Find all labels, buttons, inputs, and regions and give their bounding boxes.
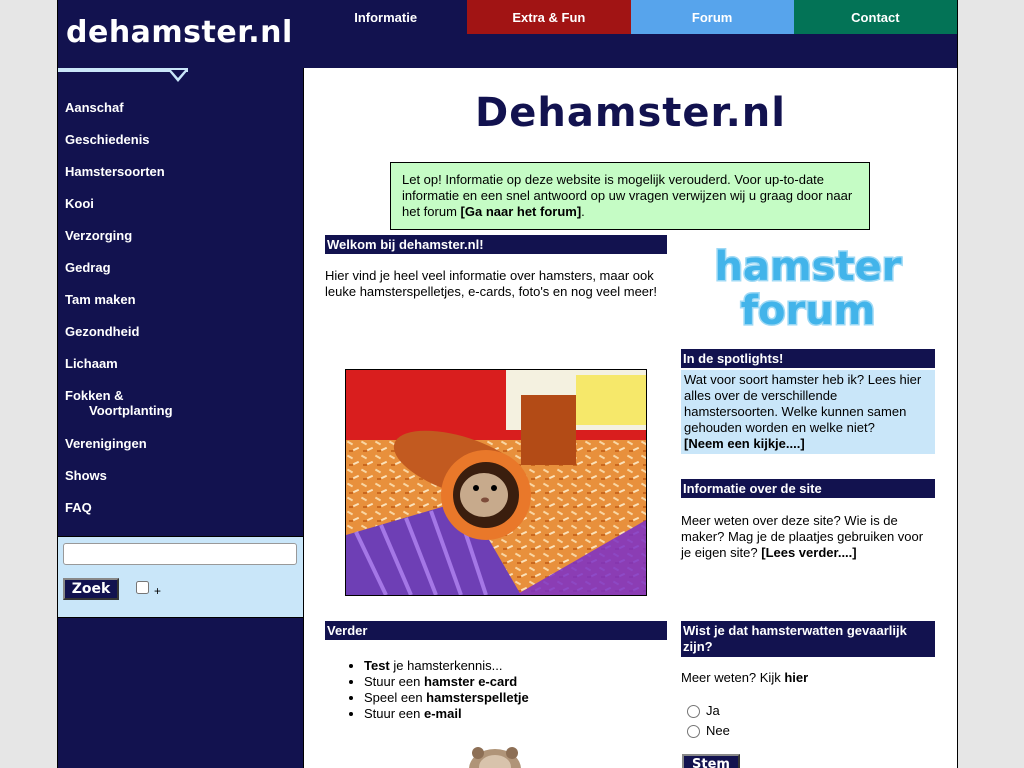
sidebar-menu: Aanschaf Geschiedenis Hamstersoorten Koo… (65, 100, 173, 532)
sidebar-item-aanschaf[interactable]: Aanschaf (65, 100, 173, 132)
poll-link[interactable]: hier (784, 670, 808, 685)
sidebar-item-gezondheid[interactable]: Gezondheid (65, 324, 173, 356)
list-item-prefix: Stuur een (364, 706, 424, 721)
sidebar-item-label: Fokken & (65, 388, 124, 403)
sidebar-item-label: Gedrag (65, 260, 111, 275)
sidebar-item-hamstersoorten[interactable]: Hamstersoorten (65, 164, 173, 196)
spotlight-box: Wat voor soort hamster heb ik? Lees hier… (681, 370, 935, 454)
list-item[interactable]: Speel een hamsterspelletje (364, 690, 529, 706)
logo-arrow-inner (171, 70, 185, 78)
notice-box: Let op! Informatie op deze website is mo… (390, 162, 870, 230)
sidebar-item-label: Geschiedenis (65, 132, 150, 147)
hamster-photo-image (346, 370, 646, 595)
site-logo[interactable]: dehamster.nl (66, 15, 293, 50)
list-item-rest: je hamsterkennis... (389, 658, 503, 673)
sidebar-item-label: Verenigingen (65, 436, 147, 451)
sidebar-item-label: Tam maken (65, 292, 136, 307)
list-item-prefix: Speel een (364, 690, 427, 705)
welcome-heading: Welkom bij dehamster.nl! (325, 235, 667, 254)
ecard-link[interactable]: hamster e-card (424, 674, 517, 689)
sidebar-item-label: Gezondheid (65, 324, 140, 339)
poll-option-nee[interactable]: Nee (687, 723, 730, 739)
page: dehamster.nl Informatie Extra & Fun Foru… (57, 0, 958, 768)
search-button[interactable]: Zoek (63, 578, 119, 600)
sidebar-item-fokken[interactable]: Fokken & Voortplanting (65, 388, 173, 436)
sidebar: Aanschaf Geschiedenis Hamstersoorten Koo… (58, 68, 304, 768)
site-info-box: Meer weten over deze site? Wie is de mak… (681, 513, 933, 561)
verder-heading: Verder (325, 621, 667, 640)
spotlight-heading: In de spotlights! (681, 349, 935, 368)
sidebar-item-label: Lichaam (65, 356, 118, 371)
poll-option-ja[interactable]: Ja (687, 703, 720, 719)
nav-extra-fun[interactable]: Extra & Fun (467, 0, 631, 34)
sidebar-item-label: Verzorging (65, 228, 133, 243)
top-navigation: Informatie Extra & Fun Forum Contact (304, 0, 957, 34)
poll-radio-ja[interactable] (687, 705, 700, 719)
welcome-text: Hier vind je heel veel informatie over h… (325, 268, 657, 299)
forum-link[interactable]: [Ga naar het forum] (461, 204, 582, 219)
poll-option-label: Ja (706, 703, 720, 718)
sidebar-item-geschiedenis[interactable]: Geschiedenis (65, 132, 173, 164)
game-link[interactable]: hamsterspelletje (426, 690, 529, 705)
sidebar-item-verenigingen[interactable]: Verenigingen (65, 436, 173, 468)
poll-text: Meer weten? Kijk (681, 670, 785, 685)
search-input[interactable] (63, 543, 297, 565)
sidebar-item-label: Shows (65, 468, 107, 483)
spotlight-text: Wat voor soort hamster heb ik? Lees hier… (684, 372, 922, 435)
poll-radio-nee[interactable] (687, 725, 700, 739)
nav-contact[interactable]: Contact (793, 0, 957, 34)
main-content: Dehamster.nl Let op! Informatie op deze … (304, 68, 957, 768)
sidebar-item-shows[interactable]: Shows (65, 468, 173, 500)
hamster-photo (345, 369, 647, 596)
notice-end: . (581, 204, 585, 219)
hamster-forum-logo[interactable]: hamster forum (689, 240, 927, 333)
spotlight-link[interactable]: [Neem een kijkje....] (684, 436, 805, 451)
list-item[interactable]: Stuur een hamster e-card (364, 674, 529, 690)
nav-informatie[interactable]: Informatie (304, 0, 468, 34)
search-plus-label: + (154, 584, 162, 598)
site-info-link[interactable]: [Lees verder....] (761, 545, 856, 560)
sidebar-item-faq[interactable]: FAQ (65, 500, 173, 532)
sidebar-item-verzorging[interactable]: Verzorging (65, 228, 173, 260)
list-item[interactable]: Test je hamsterkennis... (364, 658, 529, 674)
nav-forum[interactable]: Forum (630, 0, 794, 34)
test-link[interactable]: Test (364, 658, 390, 673)
poll-heading: Wist je dat hamsterwatten gevaarlijk zij… (681, 621, 935, 657)
sidebar-item-label: FAQ (65, 500, 92, 515)
poll-text-box: Meer weten? Kijk hier (681, 670, 808, 686)
poll-option-label: Nee (706, 723, 730, 738)
list-item[interactable]: Stuur een e-mail (364, 706, 529, 722)
forum-logo-line1: hamster (715, 244, 902, 290)
page-title: Dehamster.nl (475, 90, 786, 136)
forum-logo-line2: forum (741, 288, 876, 332)
search-panel: Zoek + (58, 536, 303, 618)
header: dehamster.nl Informatie Extra & Fun Foru… (58, 0, 957, 68)
sidebar-item-gedrag[interactable]: Gedrag (65, 260, 173, 292)
small-hamster-image (469, 747, 521, 768)
sidebar-item-label: Kooi (65, 196, 94, 211)
sidebar-item-sublabel: Voortplanting (89, 403, 173, 418)
sidebar-item-tam-maken[interactable]: Tam maken (65, 292, 173, 324)
sidebar-item-lichaam[interactable]: Lichaam (65, 356, 173, 388)
search-extended-checkbox[interactable] (136, 581, 149, 594)
sidebar-item-kooi[interactable]: Kooi (65, 196, 173, 228)
sidebar-item-label: Hamstersoorten (65, 164, 165, 179)
list-item-prefix: Stuur een (364, 674, 424, 689)
sidebar-item-label: Aanschaf (65, 100, 124, 115)
site-info-heading: Informatie over de site (681, 479, 935, 498)
verder-list: Test je hamsterkennis... Stuur een hamst… (344, 658, 529, 722)
vote-button[interactable]: Stem (682, 754, 740, 768)
email-link[interactable]: e-mail (424, 706, 462, 721)
